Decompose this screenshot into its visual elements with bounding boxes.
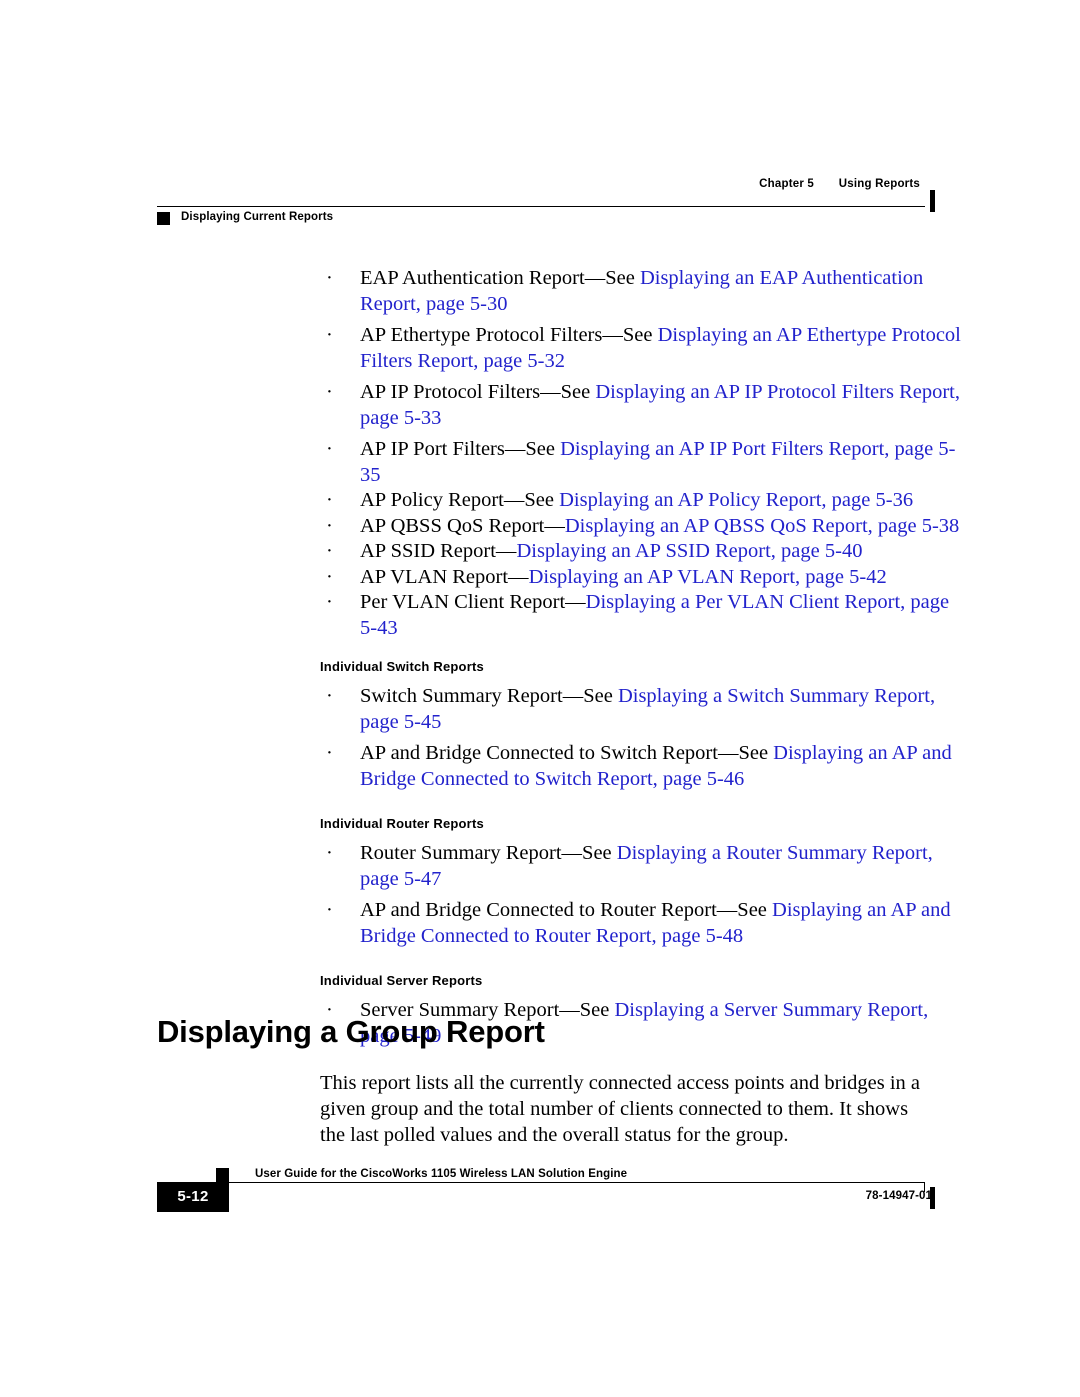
list-item: · AP IP Port Filters—See Displaying an A… <box>320 437 965 488</box>
bullet-dot-icon: · <box>326 324 333 346</box>
bullet-dot-icon: · <box>326 438 333 460</box>
page-footer: User Guide for the CiscoWorks 1105 Wirel… <box>0 1168 1080 1228</box>
bullet-dot-icon: · <box>326 540 333 562</box>
footer-guide-title: User Guide for the CiscoWorks 1105 Wirel… <box>255 1168 628 1180</box>
list-item: · AP QBSS QoS Report—Displaying an AP QB… <box>320 514 965 540</box>
bullet-dot-icon: · <box>326 899 333 921</box>
list-item: · AP IP Protocol Filters—See Displaying … <box>320 380 965 431</box>
list-item: · AP VLAN Report—Displaying an AP VLAN R… <box>320 565 965 591</box>
page-header: Chapter 5 Using Reports Displaying Curre… <box>0 178 1080 228</box>
header-chapter-label: Chapter 5 <box>759 178 814 190</box>
list-item: · AP and Bridge Connected to Switch Repo… <box>320 741 965 792</box>
report-list-router: · Router Summary Report—See Displaying a… <box>0 841 1080 949</box>
page-title: Displaying a Group Report <box>157 1014 545 1049</box>
list-item: · AP Ethertype Protocol Filters—See Disp… <box>320 323 965 374</box>
list-item: · AP and Bridge Connected to Router Repo… <box>320 898 965 949</box>
subheading-individual-server-reports: Individual Server Reports <box>320 973 483 988</box>
header-section-title: Displaying Current Reports <box>181 211 334 223</box>
list-item: · Switch Summary Report—See Displaying a… <box>320 684 965 735</box>
list-item: · EAP Authentication Report—See Displayi… <box>320 266 965 317</box>
list-item-text: AP IP Protocol Filters—See <box>360 381 596 403</box>
header-chapter-info: Chapter 5 Using Reports <box>759 178 920 190</box>
report-list-general: · EAP Authentication Report—See Displayi… <box>0 266 1080 641</box>
page-content: · EAP Authentication Report—See Displayi… <box>0 266 1080 1055</box>
footer-document-id: 78-14947-01 <box>865 1190 932 1202</box>
bullet-dot-icon: · <box>326 742 333 764</box>
report-list-switch: · Switch Summary Report—See Displaying a… <box>0 684 1080 792</box>
cross-reference-link[interactable]: Displaying an AP QBSS QoS Report, page 5… <box>565 515 959 537</box>
list-item: · Router Summary Report—See Displaying a… <box>320 841 965 892</box>
footer-bullet-square-icon <box>216 1168 229 1182</box>
cross-reference-link[interactable]: Displaying an AP Policy Report, page 5-3… <box>559 489 913 511</box>
bullet-dot-icon: · <box>326 685 333 707</box>
bullet-dot-icon: · <box>326 489 333 511</box>
footer-rule <box>229 1182 925 1183</box>
subheading-individual-switch-reports: Individual Switch Reports <box>320 659 484 674</box>
bullet-dot-icon: · <box>326 514 333 537</box>
list-item-text: AP and Bridge Connected to Switch Report… <box>360 742 774 764</box>
cross-reference-link[interactable]: Displaying an AP VLAN Report, page 5-42 <box>529 566 887 588</box>
bullet-dot-icon: · <box>326 842 333 864</box>
list-item-text: AP and Bridge Connected to Router Report… <box>360 899 773 921</box>
document-page: Chapter 5 Using Reports Displaying Curre… <box>0 0 1080 1397</box>
section-paragraph: This report lists all the currently conn… <box>320 1072 921 1146</box>
list-item-text: AP VLAN Report— <box>360 565 529 588</box>
list-item-text: Switch Summary Report—See <box>360 685 618 707</box>
subheading-individual-router-reports: Individual Router Reports <box>320 816 484 831</box>
header-rule <box>157 206 925 207</box>
footer-page-number: 5-12 <box>177 1188 209 1205</box>
list-item: · AP Policy Report—See Displaying an AP … <box>320 488 965 514</box>
bullet-dot-icon: · <box>326 381 333 403</box>
list-item-text: Router Summary Report—See <box>360 842 617 864</box>
list-item-text: AP IP Port Filters—See <box>360 438 561 460</box>
list-item-text: Per VLAN Client Report— <box>360 591 586 613</box>
bullet-dot-icon: · <box>326 565 333 588</box>
cross-reference-link[interactable]: Displaying an AP SSID Report, page 5-40 <box>516 540 862 562</box>
list-item: · Per VLAN Client Report—Displaying a Pe… <box>320 590 965 641</box>
header-chapter-title: Using Reports <box>838 178 920 190</box>
bullet-dot-icon: · <box>326 267 333 289</box>
list-item: · AP SSID Report—Displaying an AP SSID R… <box>320 539 965 565</box>
header-bullet-square-icon <box>157 212 170 225</box>
list-item-text: AP SSID Report— <box>360 540 517 562</box>
list-item-text: EAP Authentication Report—See <box>360 267 640 289</box>
bullet-dot-icon: · <box>326 591 333 613</box>
header-edge-bar <box>930 190 935 212</box>
list-item-text: AP Policy Report—See <box>360 489 560 511</box>
footer-edge-bar <box>930 1187 935 1209</box>
list-item-text: AP QBSS QoS Report— <box>360 514 565 537</box>
list-item-text: AP Ethertype Protocol Filters—See <box>360 324 658 346</box>
